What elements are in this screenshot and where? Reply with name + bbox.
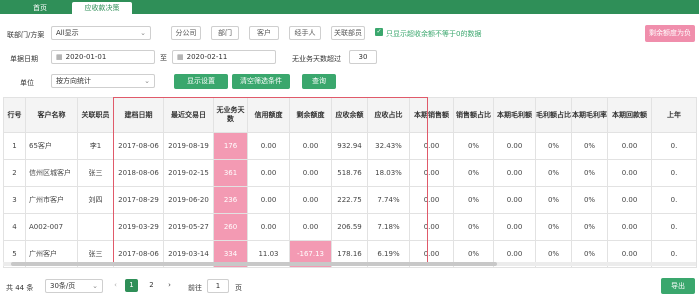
unit-button[interactable]: 分公司 bbox=[171, 26, 201, 40]
page-2-button[interactable]: 2 bbox=[145, 279, 158, 292]
cell: 0% bbox=[453, 186, 494, 214]
scrollbar-thumb[interactable] bbox=[11, 262, 497, 266]
chevron-down-icon: ⌄ bbox=[144, 77, 150, 85]
cell: 0.00 bbox=[607, 213, 652, 241]
tab-bar: 首页 应收款决策 bbox=[0, 0, 699, 14]
cell: 3 bbox=[3, 186, 26, 214]
cell: 0.00 bbox=[607, 186, 652, 214]
cell: 0% bbox=[535, 186, 572, 214]
next-page-button[interactable]: › bbox=[163, 279, 176, 292]
prev-page-button[interactable]: ‹ bbox=[109, 279, 122, 292]
cell: 0% bbox=[571, 132, 608, 160]
cell: 李1 bbox=[77, 132, 114, 160]
cell: 0.00 bbox=[607, 159, 652, 187]
page-size-select[interactable]: 30条/页 ⌄ bbox=[45, 279, 103, 293]
col-header[interactable]: 本期回款额 bbox=[607, 97, 652, 133]
tab-receivable-decision[interactable]: 应收款决策 bbox=[72, 2, 132, 14]
col-header[interactable]: 客户名称 bbox=[25, 97, 78, 133]
horizontal-scrollbar[interactable] bbox=[3, 262, 696, 266]
handler-button[interactable]: 经手人 bbox=[289, 26, 321, 40]
chevron-down-icon: ⌄ bbox=[92, 282, 98, 290]
page-1-button[interactable]: 1 bbox=[125, 279, 138, 292]
col-header[interactable]: 本期毛利额 bbox=[493, 97, 536, 133]
export-button[interactable]: 导出 bbox=[661, 278, 695, 294]
dept-select[interactable]: All显示 ⌄ bbox=[51, 26, 151, 40]
col-header[interactable]: 关联职员 bbox=[77, 97, 114, 133]
cell: 0% bbox=[453, 132, 494, 160]
cell: 0% bbox=[571, 213, 608, 241]
cell: 4 bbox=[3, 213, 26, 241]
cell: 0. bbox=[651, 159, 697, 187]
cell: 0% bbox=[453, 159, 494, 187]
col-header[interactable]: 上年 bbox=[651, 97, 697, 133]
date-label: 单据日期 bbox=[10, 55, 38, 63]
calendar-icon: ▦ bbox=[177, 53, 184, 61]
cell: 0. bbox=[651, 186, 697, 214]
highlight-frame bbox=[113, 97, 428, 263]
linked-staff-button[interactable]: 关联部员 bbox=[331, 26, 365, 40]
dept-label: 联部门/方案 bbox=[7, 31, 45, 39]
no-business-days-label: 无业务天数超过 bbox=[292, 55, 341, 63]
total-count: 共 44 条 bbox=[6, 284, 34, 292]
cell: 刘四 bbox=[77, 186, 114, 214]
cell: 0% bbox=[535, 213, 572, 241]
cell: 65客户 bbox=[25, 132, 78, 160]
cell: 1 bbox=[3, 132, 26, 160]
cell: A002-007 bbox=[25, 213, 78, 241]
date-from-value: 2020-01-01 bbox=[65, 53, 107, 61]
cell: 0. bbox=[651, 132, 697, 160]
cell: 0% bbox=[535, 159, 572, 187]
col-header[interactable]: 行号 bbox=[3, 97, 26, 133]
date-to-value: 2020-02-11 bbox=[186, 53, 228, 61]
date-separator: 至 bbox=[160, 54, 167, 62]
dept-select-value: All显示 bbox=[56, 29, 79, 37]
goto-label: 前往 bbox=[188, 284, 202, 292]
col-header[interactable]: 毛利额占比 bbox=[535, 97, 572, 133]
cell: 2 bbox=[3, 159, 26, 187]
goto-suffix: 页 bbox=[235, 284, 242, 292]
chevron-down-icon: ⌄ bbox=[140, 29, 146, 37]
cell: 0% bbox=[453, 213, 494, 241]
cell: 0% bbox=[571, 159, 608, 187]
unit-select[interactable]: 按方向统计 ⌄ bbox=[51, 74, 155, 88]
department-button[interactable]: 部门 bbox=[211, 26, 239, 40]
col-header[interactable]: 本期毛利率 bbox=[571, 97, 608, 133]
negative-balance-button[interactable]: 剩余额度为负 bbox=[645, 25, 695, 42]
tab-home[interactable]: 首页 bbox=[22, 2, 58, 14]
date-to-input[interactable]: ▦ 2020-02-11 bbox=[172, 50, 276, 64]
cell: 0.00 bbox=[493, 186, 536, 214]
display-settings-button[interactable]: 显示设置 bbox=[174, 74, 228, 89]
cell: 0.00 bbox=[493, 159, 536, 187]
only-show-label: 只显示超收余额不等于0的数据 bbox=[386, 30, 482, 38]
cell: 0.00 bbox=[607, 132, 652, 160]
page-size-value: 30条/页 bbox=[50, 282, 76, 290]
cell: 0% bbox=[571, 186, 608, 214]
clear-filters-button[interactable]: 清空筛选条件 bbox=[232, 74, 290, 89]
cell: 0.00 bbox=[493, 132, 536, 160]
calendar-icon: ▦ bbox=[56, 53, 63, 61]
no-business-days-input[interactable]: 30 bbox=[349, 50, 377, 64]
client-button[interactable]: 客户 bbox=[249, 26, 279, 40]
cell: 0% bbox=[535, 132, 572, 160]
only-show-checkbox[interactable]: ✓ bbox=[375, 28, 383, 36]
query-button[interactable]: 查询 bbox=[302, 74, 336, 89]
goto-page-input[interactable]: 1 bbox=[207, 279, 229, 293]
col-header[interactable]: 销售额占比 bbox=[453, 97, 494, 133]
cell bbox=[77, 213, 114, 241]
unit-select-value: 按方向统计 bbox=[56, 77, 91, 85]
cell: 广州市客户 bbox=[25, 186, 78, 214]
cell: 0. bbox=[651, 213, 697, 241]
cell: 0.00 bbox=[493, 213, 536, 241]
date-from-input[interactable]: ▦ 2020-01-01 bbox=[51, 50, 155, 64]
cell: 信州区城客户 bbox=[25, 159, 78, 187]
unit-label: 单位 bbox=[20, 79, 34, 87]
cell: 张三 bbox=[77, 159, 114, 187]
